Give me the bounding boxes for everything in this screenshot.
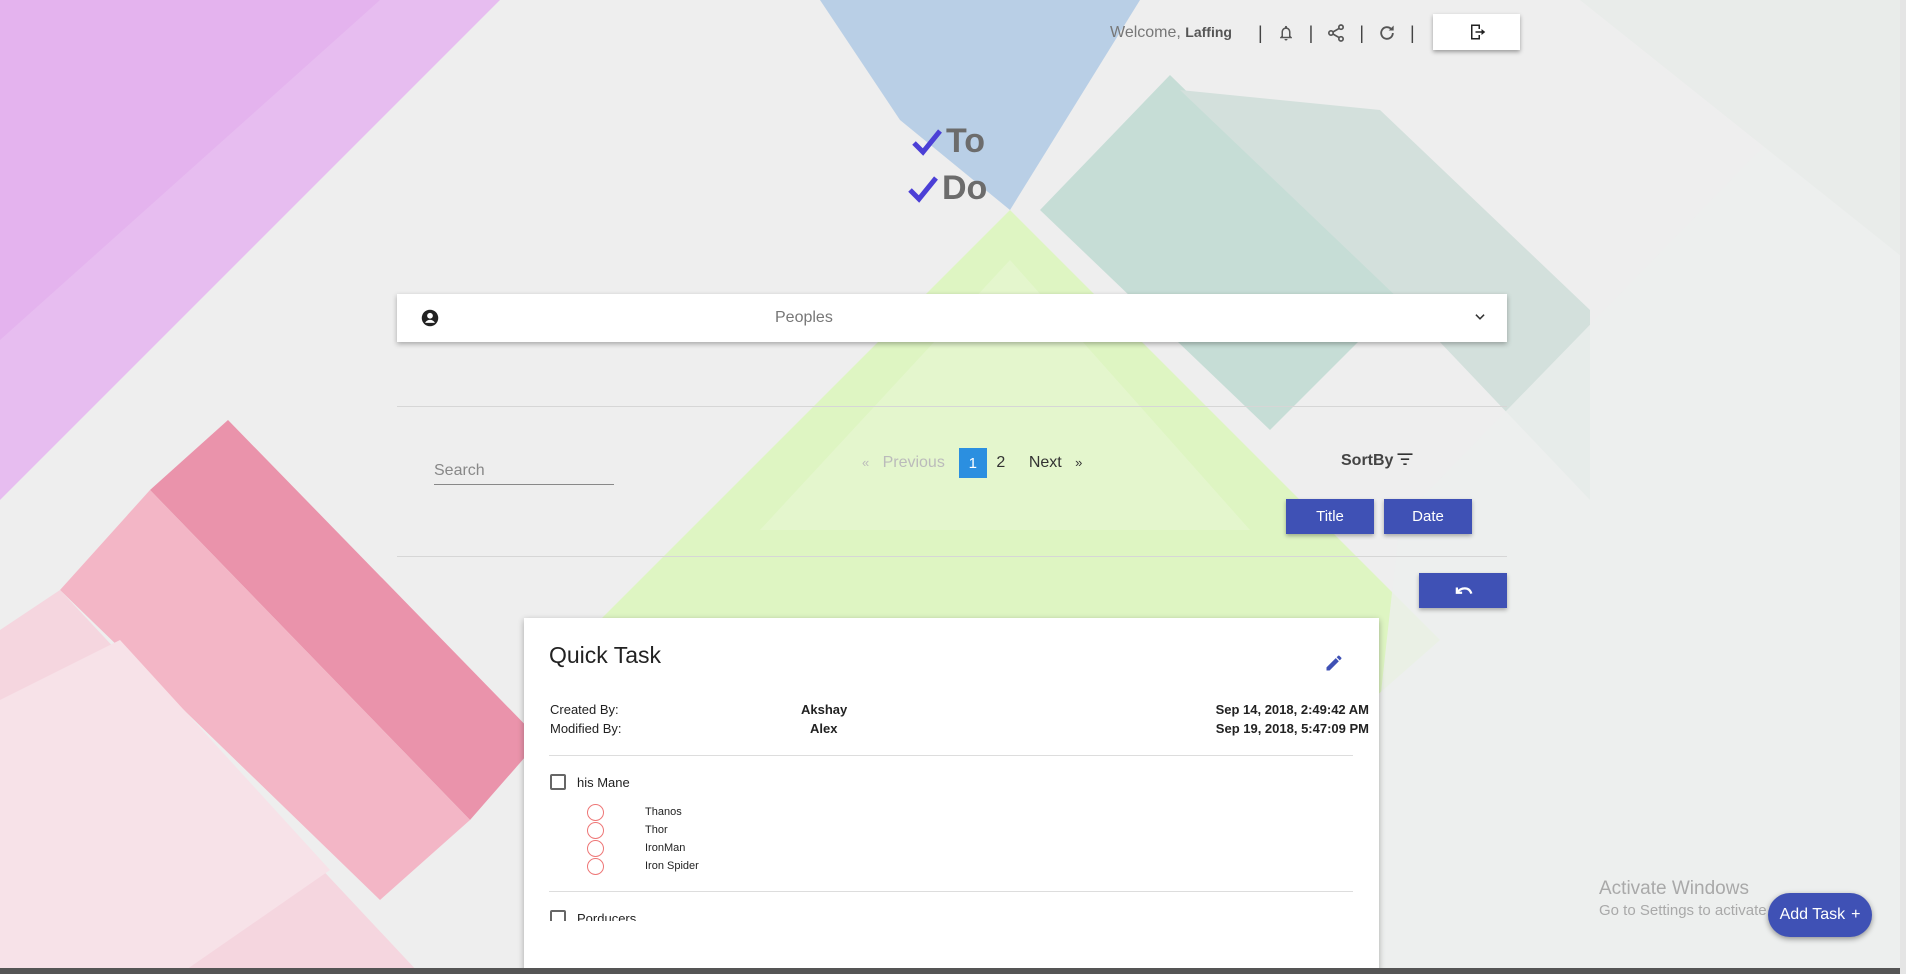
sort-date-button[interactable]: Date bbox=[1384, 499, 1472, 534]
plus-icon: + bbox=[1851, 906, 1861, 923]
created-by-label: Created By: bbox=[550, 702, 619, 717]
task-card: Quick Task Created By: Akshay Sep 14, 20… bbox=[524, 618, 1379, 974]
peoples-label: Peoples bbox=[775, 309, 833, 326]
add-task-button[interactable]: Add Task + bbox=[1768, 893, 1872, 937]
option-label: Thor bbox=[645, 824, 668, 836]
modified-by-label: Modified By: bbox=[550, 721, 622, 736]
divider bbox=[549, 755, 1353, 756]
task-title: Quick Task bbox=[549, 642, 662, 668]
scrollbar[interactable] bbox=[1900, 0, 1906, 974]
option-radio[interactable] bbox=[587, 858, 604, 875]
logo-line-1: To bbox=[946, 122, 986, 160]
check-icon bbox=[912, 128, 942, 156]
top-bar: Welcome, Laffing | | | | bbox=[1110, 14, 1427, 52]
sort-by-label: SortBy bbox=[1341, 452, 1394, 469]
divider: | bbox=[1410, 22, 1415, 43]
page-1-link[interactable]: 1 bbox=[958, 448, 987, 478]
option-label: Iron Spider bbox=[645, 860, 699, 872]
logout-icon bbox=[1470, 24, 1485, 40]
bell-icon[interactable] bbox=[1275, 22, 1297, 44]
task-item-label: his Mane bbox=[577, 775, 630, 790]
divider: | bbox=[1359, 22, 1365, 43]
card-footer bbox=[524, 921, 1379, 974]
divider: | bbox=[1308, 22, 1314, 43]
created-by-value: Akshay bbox=[801, 702, 848, 717]
bottom-edge bbox=[0, 968, 1906, 974]
page-2-link[interactable]: 2 bbox=[987, 448, 1015, 478]
search-placeholder: Search bbox=[434, 462, 485, 479]
sort-by[interactable]: SortBy bbox=[1341, 452, 1415, 470]
logo-line-2: Do bbox=[942, 169, 988, 207]
search-input[interactable]: Search bbox=[434, 462, 614, 485]
option-label: IronMan bbox=[645, 842, 686, 854]
modified-by-value: Alex bbox=[810, 721, 838, 736]
pagination: « Previous 1 2 Next » bbox=[862, 448, 1082, 478]
sort-title-button[interactable]: Title bbox=[1286, 499, 1374, 534]
option-radio[interactable] bbox=[587, 822, 604, 839]
refresh-icon[interactable] bbox=[1376, 22, 1398, 44]
peoples-dropdown[interactable]: Peoples bbox=[397, 294, 1507, 342]
undo-icon bbox=[1455, 586, 1473, 594]
option-label: Thanos bbox=[645, 806, 682, 818]
divider bbox=[549, 891, 1353, 892]
account-icon bbox=[421, 309, 439, 327]
previous-page-link[interactable]: « Previous bbox=[862, 454, 945, 472]
next-page-link[interactable]: Next » bbox=[1029, 454, 1082, 472]
option-radio[interactable] bbox=[587, 804, 604, 821]
edit-icon[interactable] bbox=[1324, 653, 1344, 673]
option-radio[interactable] bbox=[587, 840, 604, 857]
modified-at-value: Sep 19, 2018, 5:47:09 PM bbox=[1215, 721, 1369, 736]
divider bbox=[397, 406, 1507, 407]
created-at-value: Sep 14, 2018, 2:49:42 AM bbox=[1215, 702, 1369, 717]
chevron-down-icon bbox=[1475, 314, 1485, 320]
task-item-checkbox[interactable] bbox=[550, 774, 566, 790]
divider: | bbox=[1257, 22, 1263, 43]
add-task-label: Add Task bbox=[1779, 906, 1846, 923]
app-logo: To Do bbox=[908, 118, 988, 212]
filter-icon bbox=[1397, 453, 1413, 465]
undo-button[interactable] bbox=[1419, 573, 1507, 608]
divider bbox=[397, 556, 1507, 557]
welcome-text: Welcome, Laffing bbox=[1110, 24, 1232, 41]
check-icon bbox=[908, 175, 938, 203]
logout-button[interactable] bbox=[1433, 14, 1520, 50]
share-icon[interactable] bbox=[1325, 22, 1347, 44]
username: Laffing bbox=[1185, 24, 1232, 40]
